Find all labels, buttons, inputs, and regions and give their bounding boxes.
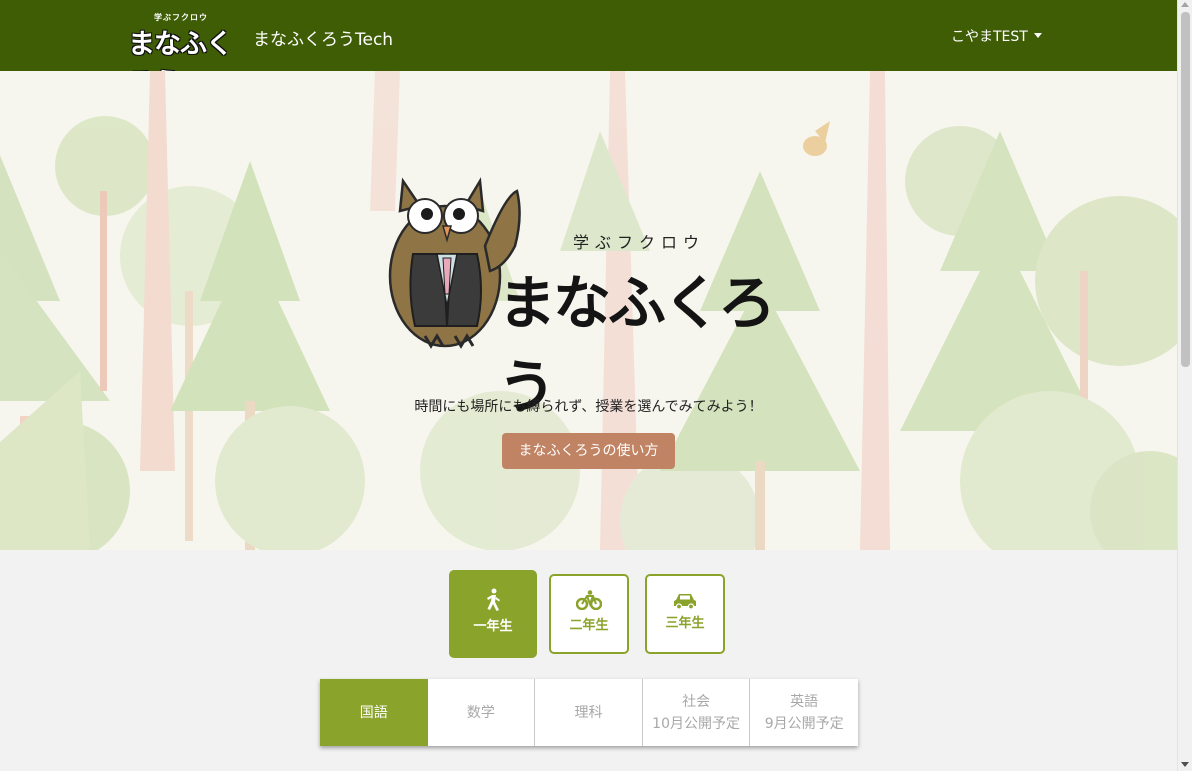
subject-label: 数学 <box>466 704 495 721</box>
navbar: 学ぶフクロウ まなふくろう まなふくろうTech こやまTEST <box>0 0 1177 99</box>
page-scrollbar[interactable] <box>1177 0 1192 771</box>
walking-person-icon <box>487 588 500 611</box>
scroll-down-arrow-icon[interactable] <box>1181 762 1189 767</box>
chevron-down-icon <box>1033 33 1042 38</box>
hero-logo: 学ぶフクロウ まなふくろう <box>385 176 785 421</box>
hero-banner: 学ぶフクロウ まなふくろう 時間にも場所にも縛られず、授業を選んでみてみよう！ … <box>0 71 1177 550</box>
subject-label: 英語 <box>790 693 819 710</box>
how-to-use-button[interactable]: まなふくろうの使い方 <box>502 433 675 469</box>
bicycle-icon <box>576 590 602 610</box>
user-menu-label: こやまTEST <box>951 29 1028 45</box>
scroll-up-arrow-icon[interactable] <box>1181 2 1189 7</box>
tab-eigo[interactable]: 英語 9月公開予定 <box>750 679 858 746</box>
car-icon <box>674 594 696 610</box>
subject-label: 国語 <box>359 704 388 721</box>
site-name-link[interactable]: まなふくろうTech <box>253 25 393 50</box>
tab-sugaku[interactable]: 数学 <box>428 679 536 746</box>
scrollbar-thumb[interactable] <box>1181 12 1190 367</box>
grade-button-1[interactable]: 一年生 <box>449 570 537 658</box>
subject-label: 社会 <box>682 693 711 710</box>
tab-shakai[interactable]: 社会 10月公開予定 <box>643 679 751 746</box>
hero-logo-subtitle: 学ぶフクロウ <box>573 233 706 252</box>
hero-tagline: 時間にも場所にも縛られず、授業を選んでみてみよう！ <box>414 399 763 415</box>
tab-kokugo[interactable]: 国語 <box>320 679 428 746</box>
grade-button-2[interactable]: 二年生 <box>549 574 629 654</box>
user-menu-dropdown[interactable]: こやまTEST <box>951 26 1042 46</box>
subject-release-note: 9月公開予定 <box>764 715 844 732</box>
grade-label: 三年生 <box>665 616 705 631</box>
subject-release-note: 10月公開予定 <box>652 715 740 732</box>
grade-button-3[interactable]: 三年生 <box>645 574 725 654</box>
grade-label: 二年生 <box>569 618 609 633</box>
subject-label: 理科 <box>574 704 603 721</box>
brand-logo[interactable]: 学ぶフクロウ まなふくろう <box>126 12 236 99</box>
subject-tabs: 国語 数学 理科 社会 10月公開予定 英語 9月公開予定 <box>320 679 858 746</box>
tab-rika[interactable]: 理科 <box>535 679 643 746</box>
grade-label: 一年生 <box>473 619 513 634</box>
